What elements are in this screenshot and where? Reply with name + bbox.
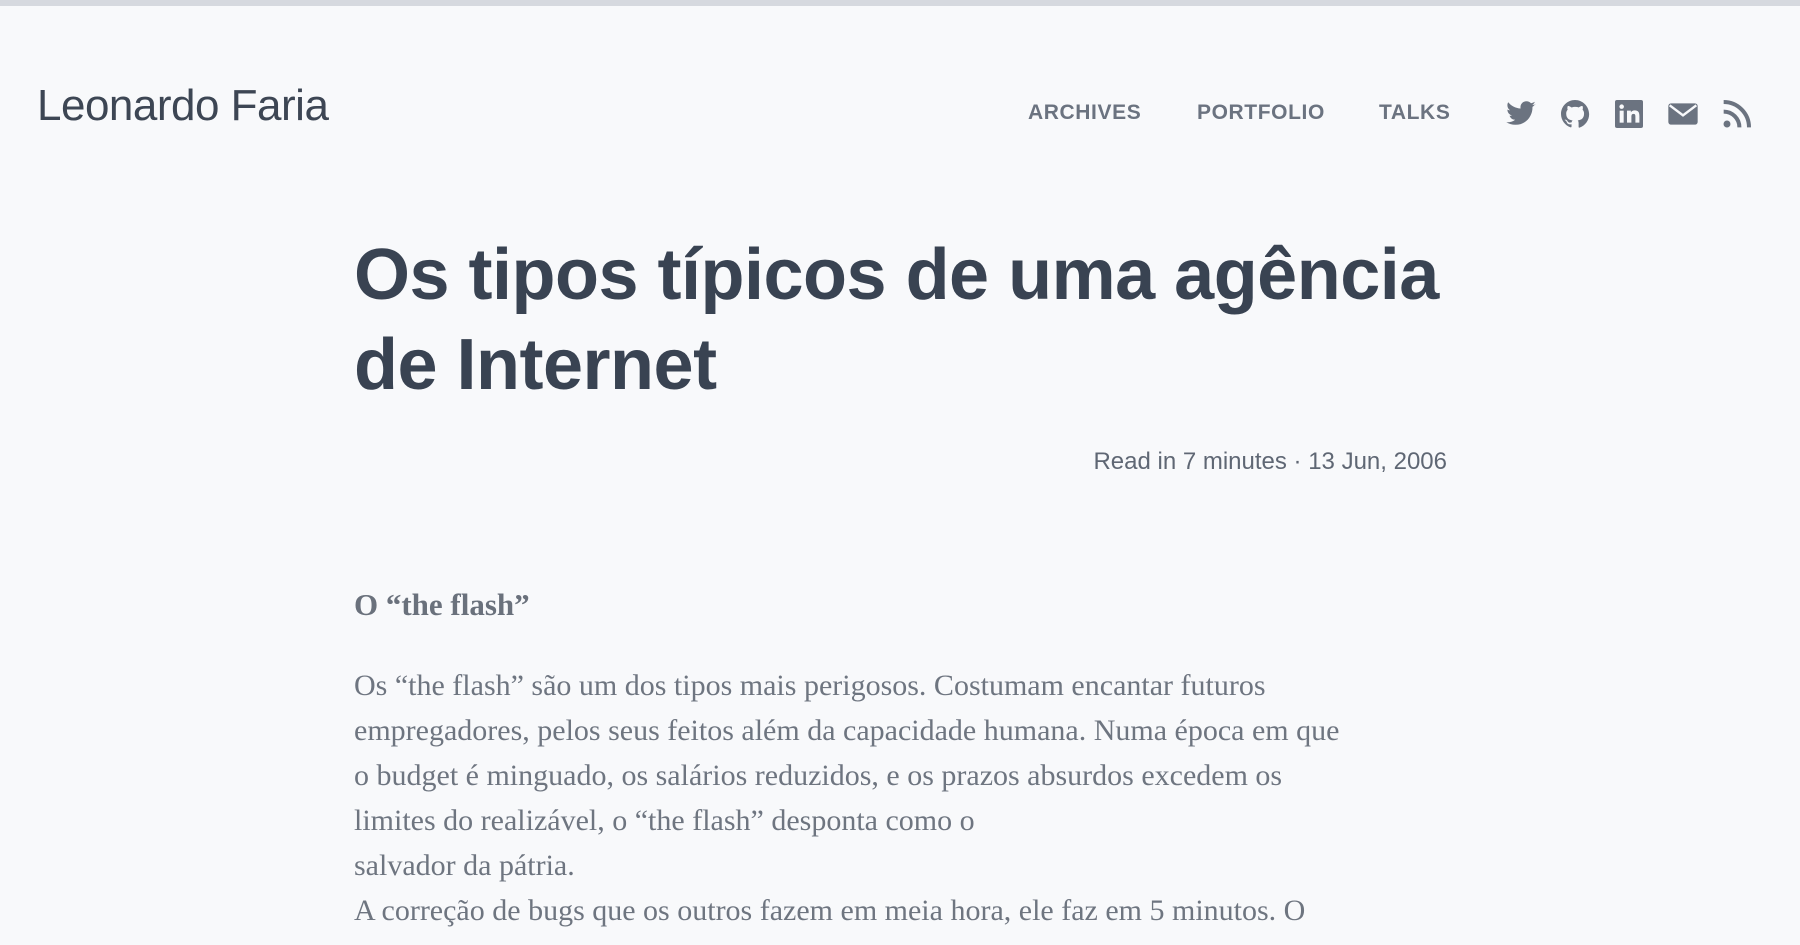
paragraph-line: empregadores, pelos seus feitos além da … [354, 714, 1340, 747]
section-heading: O “the flash” [354, 587, 530, 622]
github-icon[interactable] [1559, 98, 1591, 130]
paragraph-line: Os “the flash” são um dos tipos mais per… [354, 669, 1266, 702]
paragraph-line: limites do realizável, o “the flash” des… [354, 804, 975, 837]
paragraph-line: A correção de bugs que os outros fazem e… [354, 894, 1306, 927]
nav-archives-link[interactable]: ARCHIVES [1028, 102, 1141, 123]
post-body: O “the flash” Os “the flash” são um dos … [354, 585, 1447, 933]
post-article: Os tipos típicos de uma agência de Inter… [354, 230, 1447, 927]
post-paragraph: Os “the flash” são um dos tipos mais per… [354, 663, 1447, 933]
twitter-icon[interactable] [1505, 98, 1537, 130]
rss-icon[interactable] [1721, 98, 1753, 130]
nav-talks-link[interactable]: TALKS [1379, 102, 1450, 123]
nav-portfolio-link[interactable]: PORTFOLIO [1197, 102, 1325, 123]
paragraph-line: salvador da pátria. [354, 849, 575, 882]
post-meta: Read in 7 minutes · 13 Jun, 2006 [1093, 448, 1447, 475]
site-header: Leonardo Faria ARCHIVES PORTFOLIO TALKS [0, 6, 1800, 136]
email-icon[interactable] [1667, 98, 1699, 130]
paragraph-line: o budget é minguado, os salários reduzid… [354, 759, 1283, 792]
post-title: Os tipos típicos de uma agência de Inter… [354, 235, 1439, 405]
linkedin-icon[interactable] [1613, 98, 1645, 130]
